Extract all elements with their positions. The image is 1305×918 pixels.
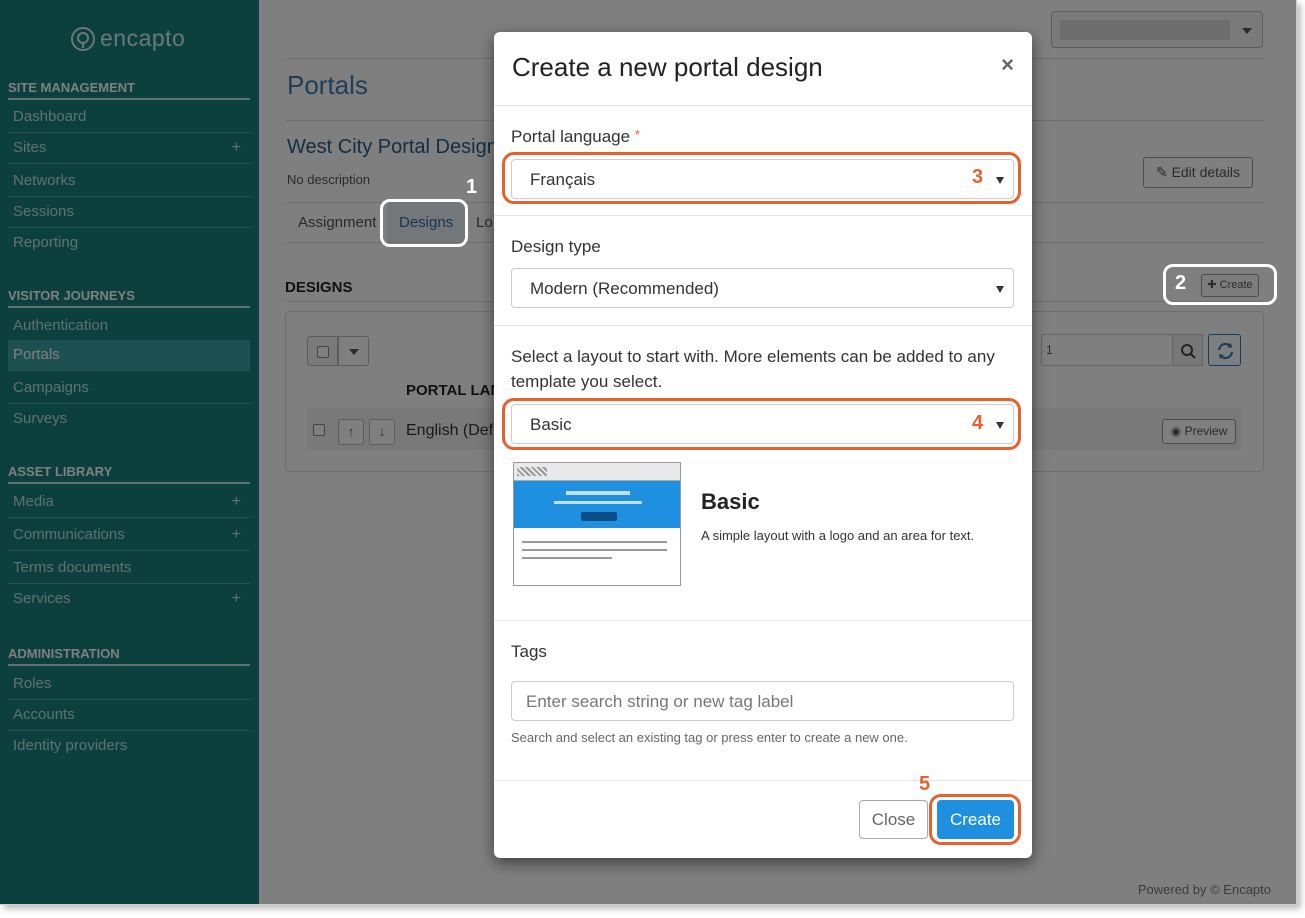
divider xyxy=(494,780,1032,781)
callout-number-4: 4 xyxy=(972,412,984,434)
layout-name: Basic xyxy=(701,489,760,514)
callout-number-1: 1 xyxy=(466,176,478,198)
divider xyxy=(494,105,1032,106)
close-button[interactable]: Close xyxy=(859,800,928,839)
tags-input[interactable]: Enter search string or new tag label xyxy=(511,681,1014,721)
callout-layout xyxy=(502,398,1021,450)
portal-language-label-text: Portal language xyxy=(511,127,631,146)
divider xyxy=(494,620,1032,621)
layout-preview-thumbnail xyxy=(513,462,681,586)
tags-label: Tags xyxy=(511,642,547,661)
design-type-value: Modern (Recommended) xyxy=(530,279,719,298)
close-icon[interactable]: × xyxy=(1001,52,1014,78)
dialog-title: Create a new portal design xyxy=(512,52,823,82)
divider xyxy=(494,325,1032,326)
callout-number-2: 2 xyxy=(1175,272,1187,294)
callout-number-3: 3 xyxy=(972,166,984,188)
design-type-select[interactable]: Modern (Recommended) xyxy=(511,268,1014,308)
app-window: encapto SITE MANAGEMENT Dashboard Sites+… xyxy=(0,0,1297,905)
design-type-label: Design type xyxy=(511,237,601,256)
callout-designs-tab xyxy=(380,199,468,247)
divider xyxy=(494,215,1032,216)
layout-description: A simple layout with a logo and an area … xyxy=(701,528,975,543)
callout-number-5: 5 xyxy=(919,773,931,795)
layout-prompt: Select a layout to start with. More elem… xyxy=(511,347,995,391)
required-mark: * xyxy=(634,127,640,142)
portal-language-label: Portal language * xyxy=(511,127,640,147)
tags-help-text: Search and select an existing tag or pre… xyxy=(511,730,908,745)
callout-create-dialog-button xyxy=(929,794,1021,845)
callout-portal-language xyxy=(502,152,1021,204)
dropdown-arrow-icon xyxy=(996,286,1004,293)
